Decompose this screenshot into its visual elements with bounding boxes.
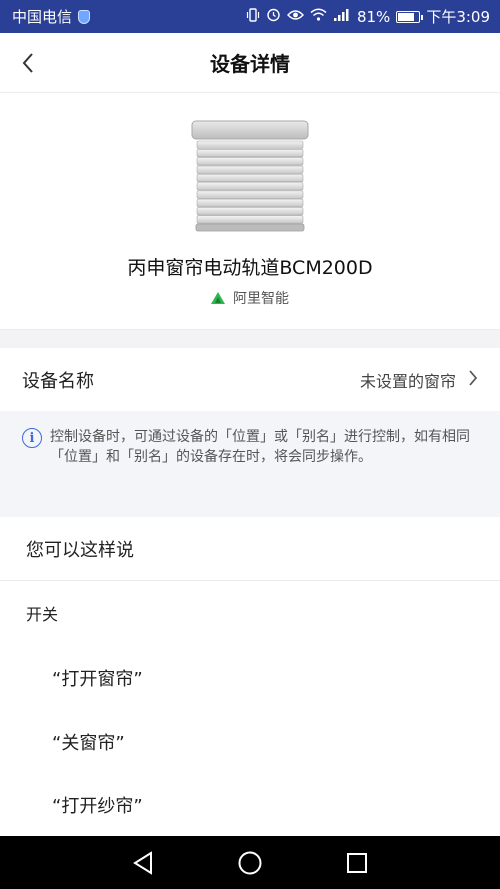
info-icon: i [22,428,42,448]
chevron-left-icon [22,53,33,73]
voice-header: 您可以这样说 [0,517,500,581]
brand-logo-icon [211,292,225,304]
nav-back-button[interactable] [123,843,163,883]
back-button[interactable] [12,47,44,79]
triangle-back-icon [133,850,153,875]
info-text: 控制设备时，可通过设备的「位置」或「别名」进行控制，如有相同「位置」和「别名」的… [50,429,470,465]
chevron-right-icon [468,369,478,390]
eye-icon [287,9,304,25]
nav-recent-button[interactable] [337,843,377,883]
device-name: 丙申窗帘电动轨道BCM200D [127,257,373,279]
alarm-icon [266,7,281,26]
info-box: i 控制设备时，可通过设备的「位置」或「别名」进行控制，如有相同「位置」和「别名… [0,411,500,517]
shield-icon [78,9,91,24]
blind-slat [196,157,304,166]
signal-icon [333,8,351,26]
blind-slat [196,140,304,149]
blind-slat [196,173,304,183]
blind-slat [196,190,304,199]
device-name-setting[interactable]: 设备名称 未设置的窗帘 [0,348,500,411]
system-nav-bar [0,836,500,889]
battery-icon [396,10,424,23]
page-title: 设备详情 [210,52,290,76]
brand-row: 阿里智能 [0,288,500,308]
voice-commands-section: 开关 “打开窗帘” “关窗帘” “打开纱帘” [0,581,500,836]
voice-command: “打开纱帘” [52,796,143,817]
section-title: 开关 [26,605,59,624]
clock: 下午3:09 [426,8,490,26]
status-bar: 中国电信 81% 下午3:09 [0,0,500,33]
setting-value: 未设置的窗帘 [359,371,456,391]
square-recent-icon [346,852,367,873]
section-divider [0,329,500,348]
setting-label: 设备名称 [22,370,94,392]
wifi-icon [310,8,327,25]
voice-command: “关窗帘” [52,733,125,754]
blind-slat [196,207,304,216]
brand-name: 阿里智能 [233,291,289,307]
nav-home-button[interactable] [230,843,270,883]
blind-slat [196,215,304,224]
blind-slat [196,148,304,158]
circle-home-icon [238,851,262,874]
device-card: 丙申窗帘电动轨道BCM200D 阿里智能 [0,93,500,329]
blind-slat [196,165,304,174]
nav-bar: 设备详情 [0,33,500,93]
blind-slat [196,198,304,207]
voice-command: “打开窗帘” [52,669,143,690]
window-blind-image [191,120,309,232]
vibrate-icon [246,7,260,26]
blind-slat [196,182,304,191]
battery-percent: 81% [356,7,391,26]
carrier-label: 中国电信 [12,8,73,26]
